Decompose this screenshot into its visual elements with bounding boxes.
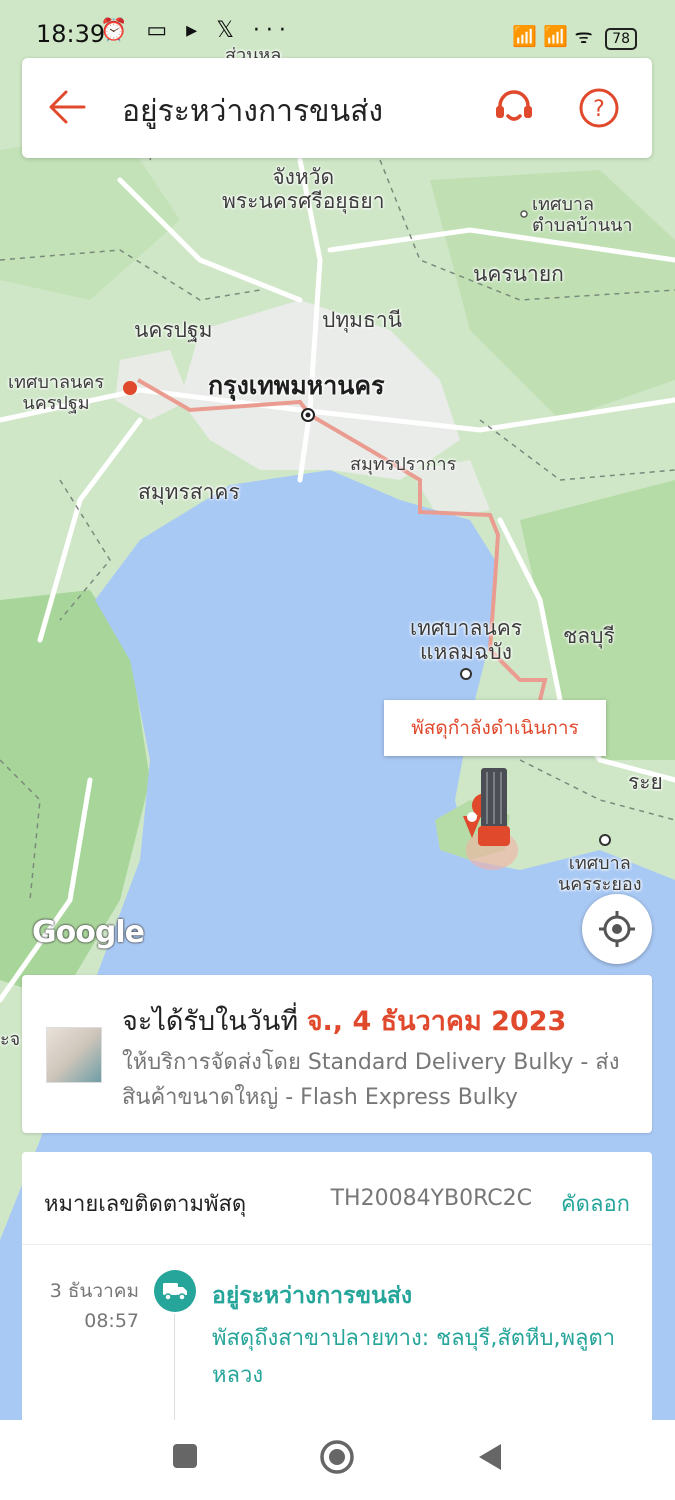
map-label-samut-sakhon: สมุทรสาคร xyxy=(138,480,240,504)
support-button[interactable] xyxy=(492,86,536,134)
delivery-estimate-card: จะได้รับในวันที่ จ., 4 ธันวาคม 2023 ให้บ… xyxy=(22,975,652,1133)
product-thumbnail[interactable] xyxy=(46,1027,102,1083)
estimated-delivery-prefix: จะได้รับในวันที่ xyxy=(122,1006,307,1037)
event-time: 08:57 xyxy=(84,1310,139,1332)
map-label-ban-na: เทศบาล ตำบลบ้านนา xyxy=(532,194,633,236)
tracking-number: TH20084YB0RC2C xyxy=(330,1186,532,1211)
crosshair-icon xyxy=(599,911,635,947)
tracking-number-label: หมายเลขติดตามพัสดุ xyxy=(44,1192,247,1217)
status-time: 18:39 xyxy=(36,20,106,48)
tracking-section: หมายเลขติดตามพัสดุ TH20084YB0RC2C คัดลอก… xyxy=(22,1152,652,1434)
system-nav-bar xyxy=(0,1420,675,1500)
timeline-line xyxy=(174,1314,175,1434)
circle-icon xyxy=(320,1440,354,1474)
truck-icon xyxy=(163,1283,187,1301)
map-label-ayutthaya: จังหวัด พระนครศรีอยุธยา xyxy=(222,165,385,214)
event-status-badge xyxy=(154,1270,196,1312)
triangle-back-icon xyxy=(479,1444,501,1470)
status-notification-icons: ⏰ ▭ ▸ 𝕏 ··· xyxy=(100,18,292,43)
square-icon xyxy=(173,1444,197,1468)
map-label-chonburi: ชลบุรี xyxy=(563,624,615,648)
help-button[interactable]: ? xyxy=(577,86,621,134)
map-label-left-edge: ะจ xyxy=(0,1029,21,1050)
origin-marker xyxy=(123,381,137,395)
parcel-status-popup: พัสดุกำลังดำเนินการ xyxy=(384,700,606,756)
event-date: 3 ธันวาคม xyxy=(49,1280,139,1302)
recent-apps-button[interactable] xyxy=(172,1442,198,1474)
map-label-nakhon-pathom: นครปฐม xyxy=(134,318,213,342)
status-signal-icons: 📶 📶 ᯤ 78 xyxy=(512,22,637,50)
locate-button[interactable] xyxy=(582,894,652,964)
map-label-nakhon-nayok: นครนายก xyxy=(473,262,564,286)
map-label-samut-prakan: สมุทรปราการ xyxy=(350,454,457,475)
map-label-bangkok: กรุงเทพมหานคร xyxy=(208,371,385,400)
map-label-rayong-city: เทศบาล นครระยอง xyxy=(558,853,642,895)
status-bar: 18:39 ⏰ ▭ ▸ 𝕏 ··· 📶 📶 ᯤ 78 xyxy=(0,0,675,60)
truck-marker-icon xyxy=(478,768,510,846)
headset-icon xyxy=(496,90,532,121)
home-button[interactable] xyxy=(318,1438,356,1480)
svg-text:?: ? xyxy=(593,97,605,122)
question-icon: ? xyxy=(579,88,619,128)
map-label-nakhon-pathom-city: เทศบาลนคร นครปฐม xyxy=(8,372,105,414)
delivery-service: ให้บริการจัดส่งโดย Standard Delivery Bul… xyxy=(122,1050,620,1110)
back-button[interactable] xyxy=(44,84,90,134)
arrow-left-icon xyxy=(49,90,86,124)
google-logo: Google xyxy=(32,915,145,950)
event-description: พัสดุถึงสาขาปลายทาง: ชลบุรี,สัตหีบ,พลูตา… xyxy=(212,1326,616,1388)
back-nav-button[interactable] xyxy=(476,1442,504,1476)
event-datetime: 3 ธันวาคม 08:57 xyxy=(50,1276,139,1336)
estimated-delivery-date: จ., 4 ธันวาคม 2023 xyxy=(306,1006,567,1037)
battery-icon: 78 xyxy=(605,28,637,50)
map-label-laem-chabang: เทศบาลนคร แหลมฉบัง xyxy=(410,616,523,665)
map-label-rayong-edge: ระย xyxy=(628,770,663,794)
app-header: อยู่ระหว่างการขนส่ง ? xyxy=(22,58,652,158)
divider xyxy=(22,1244,652,1245)
copy-tracking-button[interactable]: คัดลอก xyxy=(561,1186,630,1221)
page-title: อยู่ระหว่างการขนส่ง xyxy=(122,94,384,129)
estimated-delivery: จะได้รับในวันที่ จ., 4 ธันวาคม 2023 xyxy=(122,999,566,1042)
map-label-pathum-thani: ปทุมธานี xyxy=(322,308,402,332)
signal-wifi-icon: 📶 📶 ᯤ xyxy=(512,24,593,48)
event-title: อยู่ระหว่างการขนส่ง xyxy=(212,1283,413,1309)
